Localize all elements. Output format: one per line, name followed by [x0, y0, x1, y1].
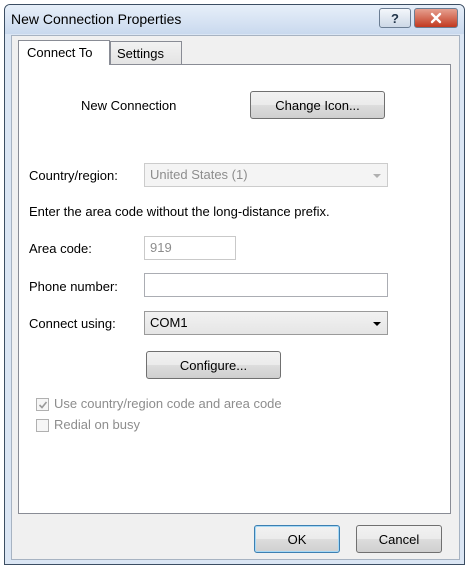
help-icon: ?	[391, 10, 399, 26]
configure-button[interactable]: Configure...	[146, 351, 281, 379]
connect-to-panel: New Connection Change Icon... Country/re…	[18, 64, 451, 514]
tab-label: Settings	[117, 46, 164, 61]
area-code-label: Area code:	[29, 241, 92, 256]
tab-label: Connect To	[27, 45, 93, 60]
tab-connect-to[interactable]: Connect To	[18, 40, 110, 65]
phone-number-field[interactable]	[144, 273, 388, 297]
tab-settings[interactable]: Settings	[110, 41, 182, 65]
cancel-button[interactable]: Cancel	[356, 525, 442, 553]
dialog-window: New Connection Properties ? Connect To S…	[4, 4, 465, 565]
area-code-field[interactable]: 919	[144, 236, 236, 260]
title-bar[interactable]: New Connection Properties ?	[5, 5, 464, 34]
close-button[interactable]	[414, 8, 458, 28]
dialog-body: Connect To Settings New Connection Chang…	[11, 35, 460, 560]
connect-using-select[interactable]: COM1	[144, 311, 388, 335]
help-button[interactable]: ?	[379, 8, 411, 28]
close-icon	[430, 12, 442, 24]
connection-name: New Connection	[81, 98, 177, 113]
use-country-code-checkbox[interactable]	[36, 398, 49, 411]
connect-using-label: Connect using:	[29, 316, 116, 331]
phone-number-label: Phone number:	[29, 279, 118, 294]
country-label: Country/region:	[29, 168, 118, 183]
country-select[interactable]: United States (1)	[144, 163, 388, 187]
window-title: New Connection Properties	[11, 11, 182, 27]
change-icon-button[interactable]: Change Icon...	[250, 91, 385, 119]
chevron-down-icon	[373, 322, 381, 326]
area-code-instruction: Enter the area code without the long-dis…	[29, 204, 330, 219]
redial-checkbox[interactable]	[36, 419, 49, 432]
ok-button[interactable]: OK	[254, 525, 340, 553]
redial-label: Redial on busy	[54, 417, 140, 432]
chevron-down-icon	[373, 174, 381, 178]
checkmark-icon	[38, 400, 47, 409]
use-country-code-label: Use country/region code and area code	[54, 396, 282, 411]
